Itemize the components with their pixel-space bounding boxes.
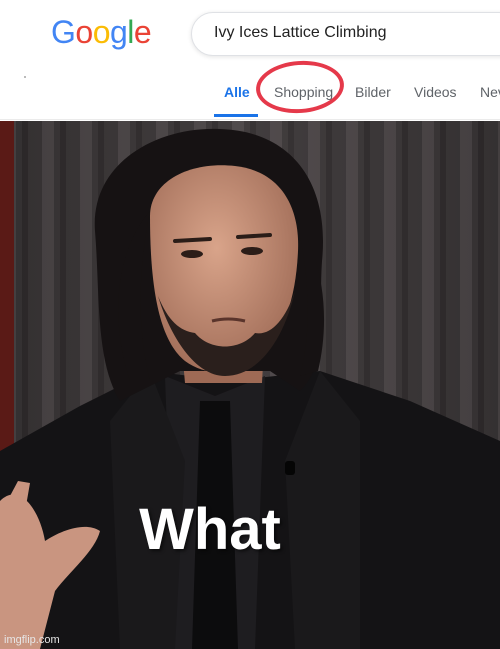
photo-illustration <box>0 121 500 649</box>
tabs-divider <box>0 119 500 120</box>
logo-letter: G <box>51 14 76 50</box>
divider-dot <box>24 76 26 78</box>
tab-news[interactable]: Nev <box>480 84 500 100</box>
search-query: Ivy Ices Lattice Climbing <box>214 24 387 41</box>
search-tabs: Alle Shopping Bilder Videos Nev <box>0 80 500 120</box>
tab-videos[interactable]: Videos <box>414 84 457 100</box>
google-logo[interactable]: Google <box>51 14 152 51</box>
active-tab-underline <box>214 114 258 117</box>
logo-letter: e <box>133 14 152 50</box>
tab-bilder[interactable]: Bilder <box>355 84 391 100</box>
meme-photo: What <box>0 121 500 649</box>
logo-letter: o <box>75 14 93 50</box>
logo-letter: l <box>127 14 134 50</box>
google-search-header: Google Ivy Ices Lattice Climbing Alle Sh… <box>0 0 500 121</box>
tab-alle[interactable]: Alle <box>224 84 250 100</box>
search-input[interactable]: Ivy Ices Lattice Climbing <box>191 12 500 56</box>
logo-letter: o <box>92 14 111 50</box>
imgflip-watermark: imgflip.com <box>4 634 60 646</box>
meme-caption: What <box>139 497 281 562</box>
logo-letter: g <box>109 14 128 50</box>
